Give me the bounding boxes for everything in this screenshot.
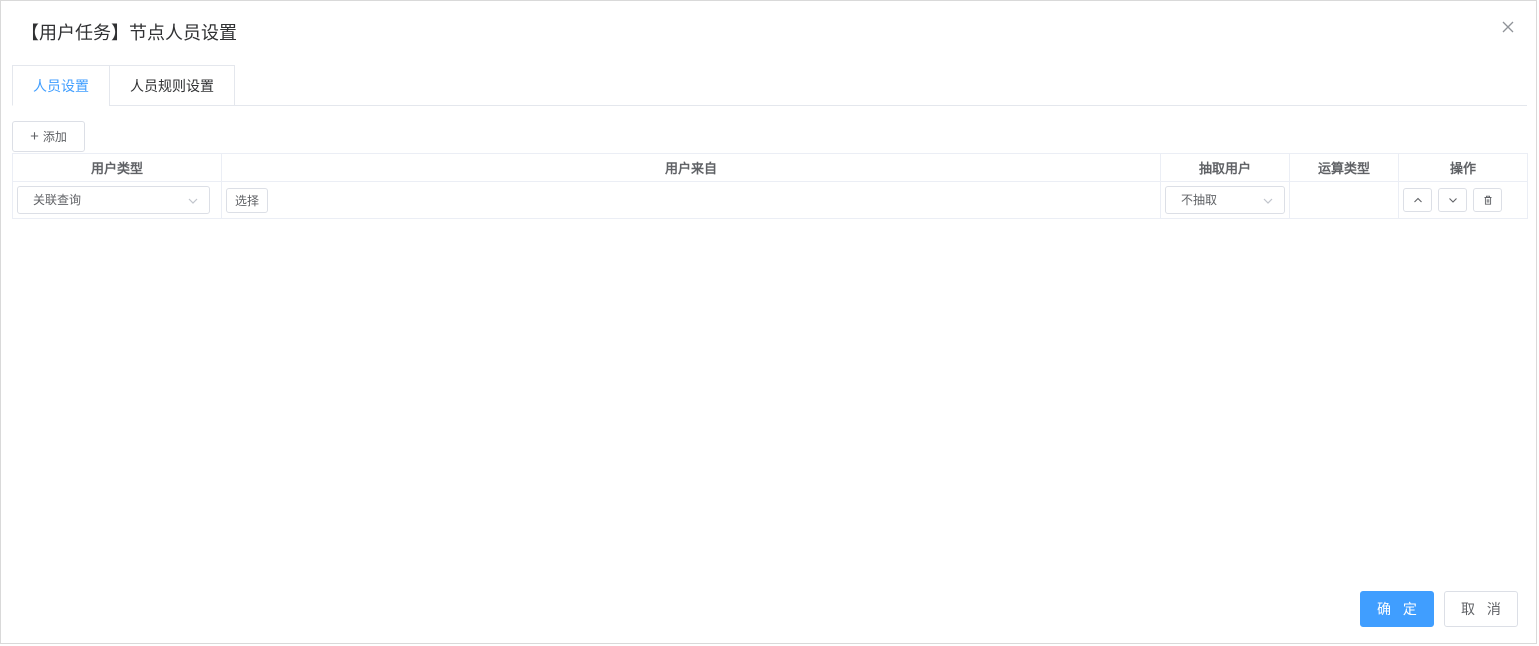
choose-button[interactable]: 选择	[226, 187, 269, 213]
column-header-operation-type: 运算类型	[1290, 154, 1399, 181]
tab-bar: 人员设置 人员规则设置	[12, 65, 1527, 106]
chevron-down-icon	[1263, 198, 1273, 204]
chevron-down-icon	[1448, 198, 1457, 203]
user-type-value: 关联查询	[33, 193, 82, 207]
column-header-extract-user: 抽取用户	[1161, 154, 1290, 181]
close-icon[interactable]	[1500, 19, 1516, 35]
column-header-user-type: 用户类型	[13, 154, 222, 181]
column-header-actions: 操作	[1449, 161, 1476, 176]
extract-user-value: 不抽取	[1181, 193, 1218, 207]
user-type-select[interactable]: 关联查询	[17, 186, 210, 214]
cell-user-from: 选择	[222, 182, 1161, 218]
cell-user-type: 关联查询	[13, 182, 222, 218]
tab-personnel-rule-settings[interactable]: 人员规则设置	[109, 65, 235, 106]
move-up-button[interactable]	[1403, 188, 1432, 212]
cell-operation-type	[1290, 182, 1399, 218]
confirm-button[interactable]: 确 定	[1360, 591, 1434, 627]
table-header: 用户类型 用户来自 抽取用户 运算类型 操作	[13, 154, 1527, 182]
node-personnel-dialog: 【用户任务】节点人员设置 人员设置 人员规则设置 + 添加 用户类型 用户来自 …	[0, 0, 1537, 644]
add-button[interactable]: + 添加	[12, 121, 85, 152]
table-row: 关联查询 选择 不抽取	[13, 182, 1527, 218]
extract-user-select[interactable]: 不抽取	[1165, 186, 1285, 214]
add-button-label: 添加	[42, 130, 67, 144]
cell-actions	[1399, 182, 1527, 218]
column-header-user-from: 用户来自	[222, 154, 1161, 181]
chevron-up-icon	[1413, 197, 1422, 203]
cell-extract-user: 不抽取	[1161, 182, 1290, 218]
chevron-down-icon	[188, 198, 198, 204]
dialog-title: 【用户任务】节点人员设置	[21, 23, 237, 43]
cancel-button[interactable]: 取 消	[1444, 591, 1518, 627]
delete-button[interactable]	[1473, 188, 1502, 212]
trash-icon	[1484, 195, 1491, 205]
personnel-table: 用户类型 用户来自 抽取用户 运算类型 操作 关联查询 选择 不抽取	[12, 153, 1528, 219]
tab-personnel-settings[interactable]: 人员设置	[12, 65, 110, 106]
move-down-button[interactable]	[1438, 188, 1467, 212]
plus-icon: +	[30, 127, 39, 145]
